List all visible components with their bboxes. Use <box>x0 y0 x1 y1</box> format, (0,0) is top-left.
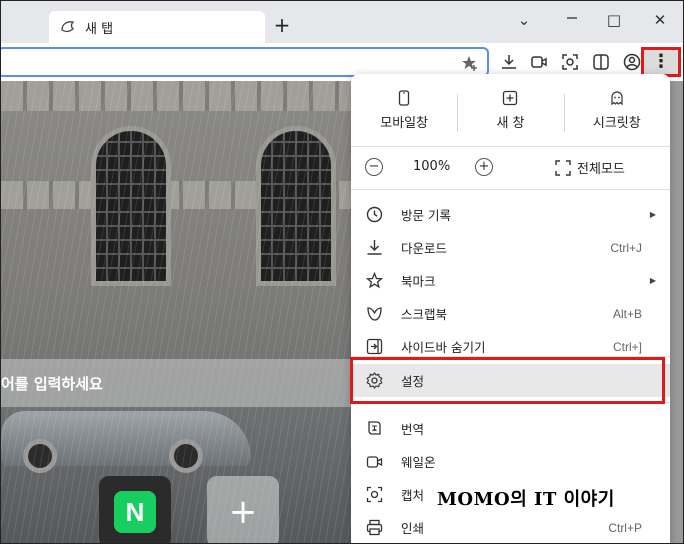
menu-item-history[interactable]: 방문 기록 ▶ <box>351 198 670 231</box>
address-bar[interactable] <box>1 47 489 77</box>
main-menu-button[interactable]: ⋮ <box>641 47 681 77</box>
menu-item-downloads[interactable]: 다운로드 Ctrl+J <box>351 231 670 264</box>
menu-item-label: 캡처 <box>401 488 425 503</box>
menu-item-shortcut: Ctrl+P <box>608 520 642 535</box>
capture-button[interactable] <box>558 50 582 74</box>
whale-on-icon <box>365 453 383 471</box>
search-box[interactable]: 어를 입력하세요 <box>1 359 361 407</box>
submenu-arrow-icon: ▶ <box>649 210 656 219</box>
new-window-button[interactable]: 새 창 <box>457 74 563 146</box>
menu-item-bookmarks[interactable]: 북마크 ▶ <box>351 264 670 297</box>
menu-divider <box>351 189 670 190</box>
menu-item-label: 사이드바 숨기기 <box>401 340 486 355</box>
menu-item-print[interactable]: 인쇄 Ctrl+P <box>351 511 670 543</box>
print-icon <box>365 519 383 537</box>
menu-item-scrapbook[interactable]: 스크랩북 Alt+B <box>351 297 670 330</box>
fullscreen-button[interactable]: 전체모드 <box>555 158 625 177</box>
quick-actions: 모바일창 새 창 시크릿창 <box>351 74 670 146</box>
submenu-arrow-icon: ▶ <box>649 276 656 285</box>
restore-button[interactable]: □ <box>603 9 625 31</box>
history-icon <box>365 206 383 224</box>
close-window-button[interactable]: ✕ <box>649 9 671 31</box>
menu-item-translate[interactable]: 번역 <box>351 412 670 445</box>
tab-search-chevron-icon[interactable]: ⌄ <box>513 9 535 31</box>
new-window-icon <box>503 90 518 105</box>
fullscreen-label: 전체모드 <box>577 162 625 177</box>
tab-title: 새 탭 <box>85 21 114 37</box>
add-shortcut-button[interactable]: + <box>207 476 279 543</box>
shortcut-naver[interactable]: N <box>99 476 171 543</box>
watermark-text: MOMO의 IT 이야기 <box>437 489 615 510</box>
bookmark-star-icon <box>365 272 383 290</box>
new-tab-button[interactable]: + <box>271 15 293 37</box>
minimize-icon <box>567 17 577 19</box>
minimize-button[interactable] <box>561 9 583 31</box>
menu-item-label: 북마크 <box>401 274 436 289</box>
mobile-window-button[interactable]: 모바일창 <box>351 74 457 146</box>
download-icon <box>502 55 516 69</box>
zoom-row: − 100% + 전체모드 <box>351 147 670 189</box>
main-menu-dropdown: 모바일창 새 창 시크릿창 − 100% + 전체모드 방문 기록 ▶ 다운로드… <box>351 74 670 543</box>
menu-item-shortcut: Ctrl+] <box>612 339 642 354</box>
menu-item-label: 방문 기록 <box>401 208 451 223</box>
quick-label: 모바일창 <box>380 115 429 131</box>
sidebar-icon <box>365 338 383 356</box>
capture-icon <box>562 54 578 70</box>
menu-item-label: 스크랩북 <box>401 307 448 322</box>
tab-new-tab[interactable]: 새 탭 <box>49 11 265 43</box>
download-icon <box>365 239 383 257</box>
tab-strip: 새 탭 + ⌄ □ ✕ <box>1 1 683 43</box>
video-icon <box>531 56 547 68</box>
incognito-icon <box>611 90 623 105</box>
scrapbook-icon <box>365 305 383 323</box>
translate-icon <box>365 420 383 438</box>
settings-highlight-box <box>350 357 665 404</box>
zoom-in-button[interactable]: + <box>475 158 493 176</box>
menu-item-whale-on[interactable]: 웨일온 <box>351 445 670 478</box>
menu-item-label: 다운로드 <box>401 241 448 256</box>
sidebar-icon <box>593 54 609 70</box>
download-button[interactable] <box>497 50 521 74</box>
add-bookmark-icon[interactable] <box>461 54 479 72</box>
menu-item-shortcut: Alt+B <box>612 306 642 321</box>
scrollbar-area <box>670 81 683 543</box>
zoom-out-button[interactable]: − <box>365 158 383 176</box>
incognito-window-button[interactable]: 시크릿창 <box>563 74 670 146</box>
menu-item-shortcut: Ctrl+J <box>610 240 642 255</box>
browser-window: 새 탭 + ⌄ □ ✕ ⋮ 어를 입력하세요 N + 모바일창 새 창 시크릿창… <box>0 0 684 544</box>
more-vertical-icon: ⋮ <box>652 51 670 72</box>
whale-on-button[interactable] <box>527 50 551 74</box>
zoom-level: 100% <box>413 159 451 174</box>
quick-label: 새 창 <box>496 115 525 131</box>
search-placeholder: 어를 입력하세요 <box>1 375 103 393</box>
fullscreen-icon <box>555 159 571 176</box>
sidebar-toggle-button[interactable] <box>589 50 613 74</box>
capture-icon <box>365 486 383 504</box>
naver-logo-icon: N <box>114 491 156 533</box>
menu-item-label: 인쇄 <box>401 521 425 536</box>
mobile-icon <box>399 89 410 106</box>
quick-label: 시크릿창 <box>592 115 641 131</box>
whale-tab-icon <box>61 21 75 33</box>
profile-icon <box>623 53 641 71</box>
menu-item-label: 번역 <box>401 422 425 437</box>
menu-item-label: 웨일온 <box>401 455 436 470</box>
